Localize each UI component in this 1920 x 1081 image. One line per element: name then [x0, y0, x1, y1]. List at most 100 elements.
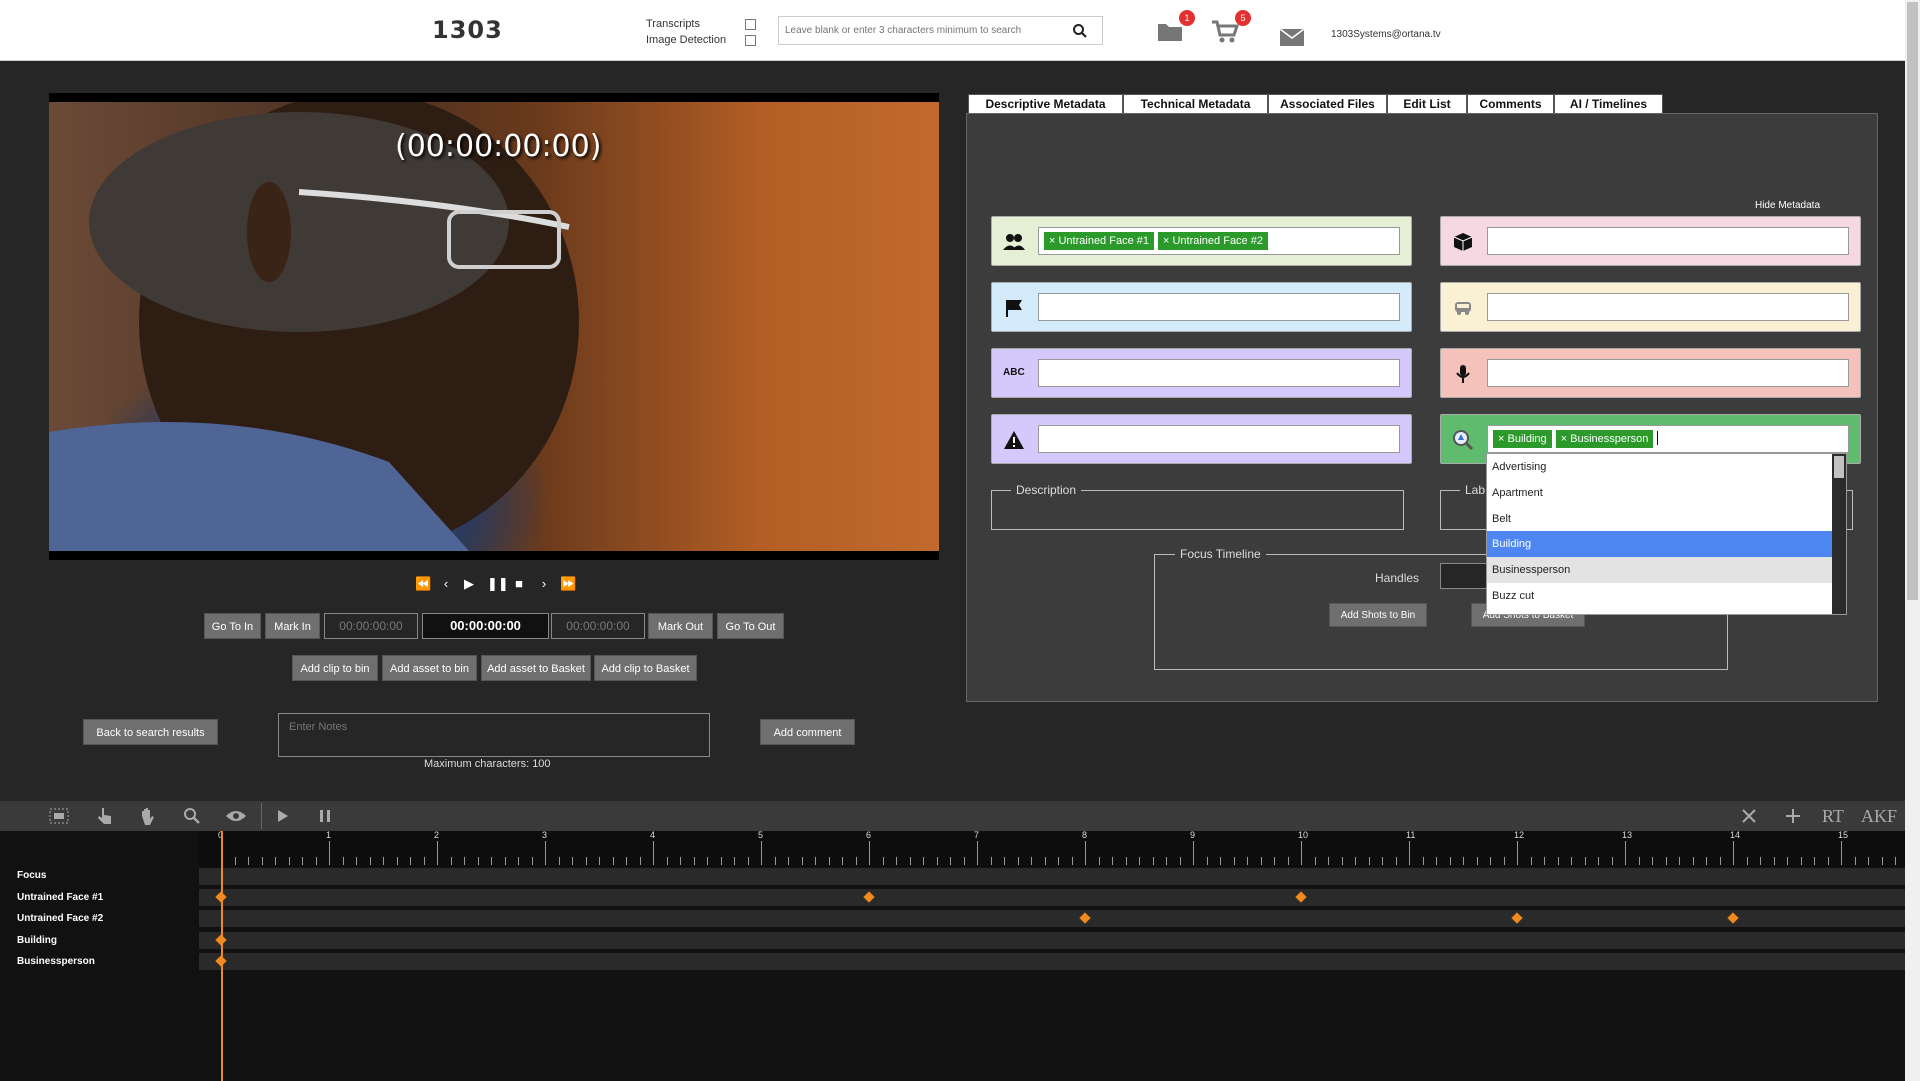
image-detection-checkbox[interactable] [745, 35, 756, 46]
ruler-tick [342, 857, 344, 865]
dropdown-option[interactable]: Buzz cut [1487, 583, 1833, 609]
ruler-tick [1517, 841, 1518, 865]
dropdown-scrollbar[interactable] [1832, 454, 1846, 614]
mail-icon[interactable] [1280, 29, 1304, 46]
face-tag[interactable]: × Untrained Face #1 [1044, 232, 1154, 250]
timeline-track[interactable] [199, 953, 1905, 970]
go-to-in-button[interactable]: Go To In [204, 613, 261, 639]
search-input[interactable] [785, 25, 1065, 36]
dropdown-option[interactable]: Advertising [1487, 454, 1833, 480]
select-region-icon[interactable] [48, 806, 70, 826]
tab-associated-files[interactable]: Associated Files [1268, 94, 1387, 113]
tab-comments[interactable]: Comments [1467, 94, 1554, 113]
label-tag[interactable]: × Building [1493, 430, 1552, 448]
warning-input[interactable] [1038, 425, 1400, 453]
app-logo[interactable]: 1303 [432, 16, 503, 44]
ruler-tick [1787, 857, 1788, 865]
play-icon[interactable]: ▶ [462, 577, 476, 591]
stop-icon[interactable]: ■ [512, 577, 526, 591]
eye-icon[interactable] [225, 806, 247, 826]
vehicles-input[interactable] [1487, 293, 1849, 321]
akf-tool[interactable]: AKF [1861, 806, 1897, 827]
tab-technical-metadata[interactable]: Technical Metadata [1123, 94, 1268, 113]
close-icon[interactable] [1738, 806, 1760, 826]
ruler-tick [977, 841, 978, 865]
step-forward-icon[interactable]: › [537, 577, 551, 591]
audio-input[interactable] [1487, 359, 1849, 387]
add-comment-button[interactable]: Add comment [760, 719, 855, 745]
user-email[interactable]: 1303Systems@ortana.tv [1331, 29, 1441, 40]
text-input[interactable] [1038, 359, 1400, 387]
back-to-search-button[interactable]: Back to search results [83, 719, 218, 745]
dropdown-option-hovered[interactable]: Businessperson [1487, 557, 1833, 583]
add-asset-to-bin-button[interactable]: Add asset to bin [382, 655, 477, 681]
ruler-tick [369, 857, 371, 865]
ruler-tick [464, 857, 465, 865]
add-clip-to-basket-button[interactable]: Add clip to Basket [594, 655, 697, 681]
ruler-tick [1368, 857, 1370, 865]
ruler-tick [1679, 857, 1680, 865]
fast-forward-icon[interactable]: ⏩ [560, 577, 576, 591]
in-point-field[interactable]: 00:00:00:00 [324, 613, 418, 639]
box-icon [1453, 233, 1473, 251]
faces-input[interactable]: × Untrained Face #1 × Untrained Face #2 [1038, 227, 1400, 255]
warning-field [991, 414, 1412, 464]
tab-ai-timelines[interactable]: AI / Timelines [1554, 94, 1663, 113]
tab-descriptive-metadata[interactable]: Descriptive Metadata [968, 94, 1123, 113]
pointer-icon[interactable] [94, 806, 116, 826]
label-tag[interactable]: × Businessperson [1555, 430, 1654, 448]
cart-button[interactable]: 5 [1211, 10, 1251, 49]
dropdown-option[interactable]: Apartment [1487, 480, 1833, 506]
video-player[interactable]: (00:00:00:00) [49, 93, 939, 560]
timeline-track[interactable] [199, 868, 1905, 885]
pause-icon[interactable]: ❚❚ [487, 577, 509, 591]
hand-icon[interactable] [137, 806, 159, 826]
add-icon[interactable] [1782, 806, 1804, 826]
timeline-play-icon[interactable] [272, 806, 294, 826]
warning-icon [1004, 431, 1024, 449]
face-tag[interactable]: × Untrained Face #2 [1157, 232, 1268, 250]
timeline-pause-icon[interactable] [314, 806, 336, 826]
ruler-tick [288, 857, 290, 865]
rt-tool[interactable]: RT [1822, 806, 1844, 827]
go-to-out-button[interactable]: Go To Out [717, 613, 784, 639]
page-scrollbar-thumb[interactable] [1907, 2, 1918, 600]
mark-in-button[interactable]: Mark In [265, 613, 320, 639]
step-back-icon[interactable]: ‹ [439, 577, 453, 591]
timeline-ruler[interactable] [199, 831, 1905, 867]
dropdown-scrollbar-thumb[interactable] [1834, 456, 1844, 478]
zoom-icon[interactable] [181, 806, 203, 826]
search-icon[interactable] [1072, 23, 1088, 39]
ruler-tick [1530, 857, 1532, 865]
ruler-tick [302, 857, 303, 865]
folder-badge: 1 [1179, 10, 1195, 26]
timecode-overlay: (00:00:00:00) [395, 129, 602, 164]
add-shots-to-bin-button[interactable]: Add Shots to Bin [1329, 603, 1427, 627]
folder-button[interactable]: 1 [1157, 10, 1195, 47]
ruler-tick [329, 841, 330, 865]
notes-input[interactable] [289, 721, 689, 733]
ruler-tick [828, 857, 830, 865]
text-cursor [1657, 430, 1659, 445]
transcripts-checkbox[interactable] [745, 19, 756, 30]
labels-input[interactable]: × Building × Businessperson [1487, 425, 1849, 453]
dropdown-option-selected[interactable]: Building [1487, 531, 1833, 557]
max-characters-hint: Maximum characters: 100 [424, 758, 551, 770]
ruler-tick [653, 841, 654, 865]
out-point-field[interactable]: 00:00:00:00 [551, 613, 645, 639]
mark-out-button[interactable]: Mark Out [648, 613, 713, 639]
add-asset-to-basket-button[interactable]: Add asset to Basket [481, 655, 591, 681]
tab-edit-list[interactable]: Edit List [1387, 94, 1467, 113]
rewind-icon[interactable]: ⏪ [415, 577, 431, 591]
ruler-tick-label: 13 [1622, 830, 1633, 840]
ruler-tick [1773, 857, 1775, 865]
dropdown-option[interactable]: Belt [1487, 506, 1833, 532]
timeline-track[interactable] [199, 889, 1905, 906]
timeline-track[interactable] [199, 910, 1905, 927]
timeline-track[interactable] [199, 932, 1905, 949]
ruler-tick [1152, 857, 1154, 865]
add-clip-to-bin-button[interactable]: Add clip to bin [292, 655, 378, 681]
labels-dropdown[interactable]: Advertising Apartment Belt Building Busi… [1486, 453, 1847, 615]
places-input[interactable] [1038, 293, 1400, 321]
objects-input[interactable] [1487, 227, 1849, 255]
